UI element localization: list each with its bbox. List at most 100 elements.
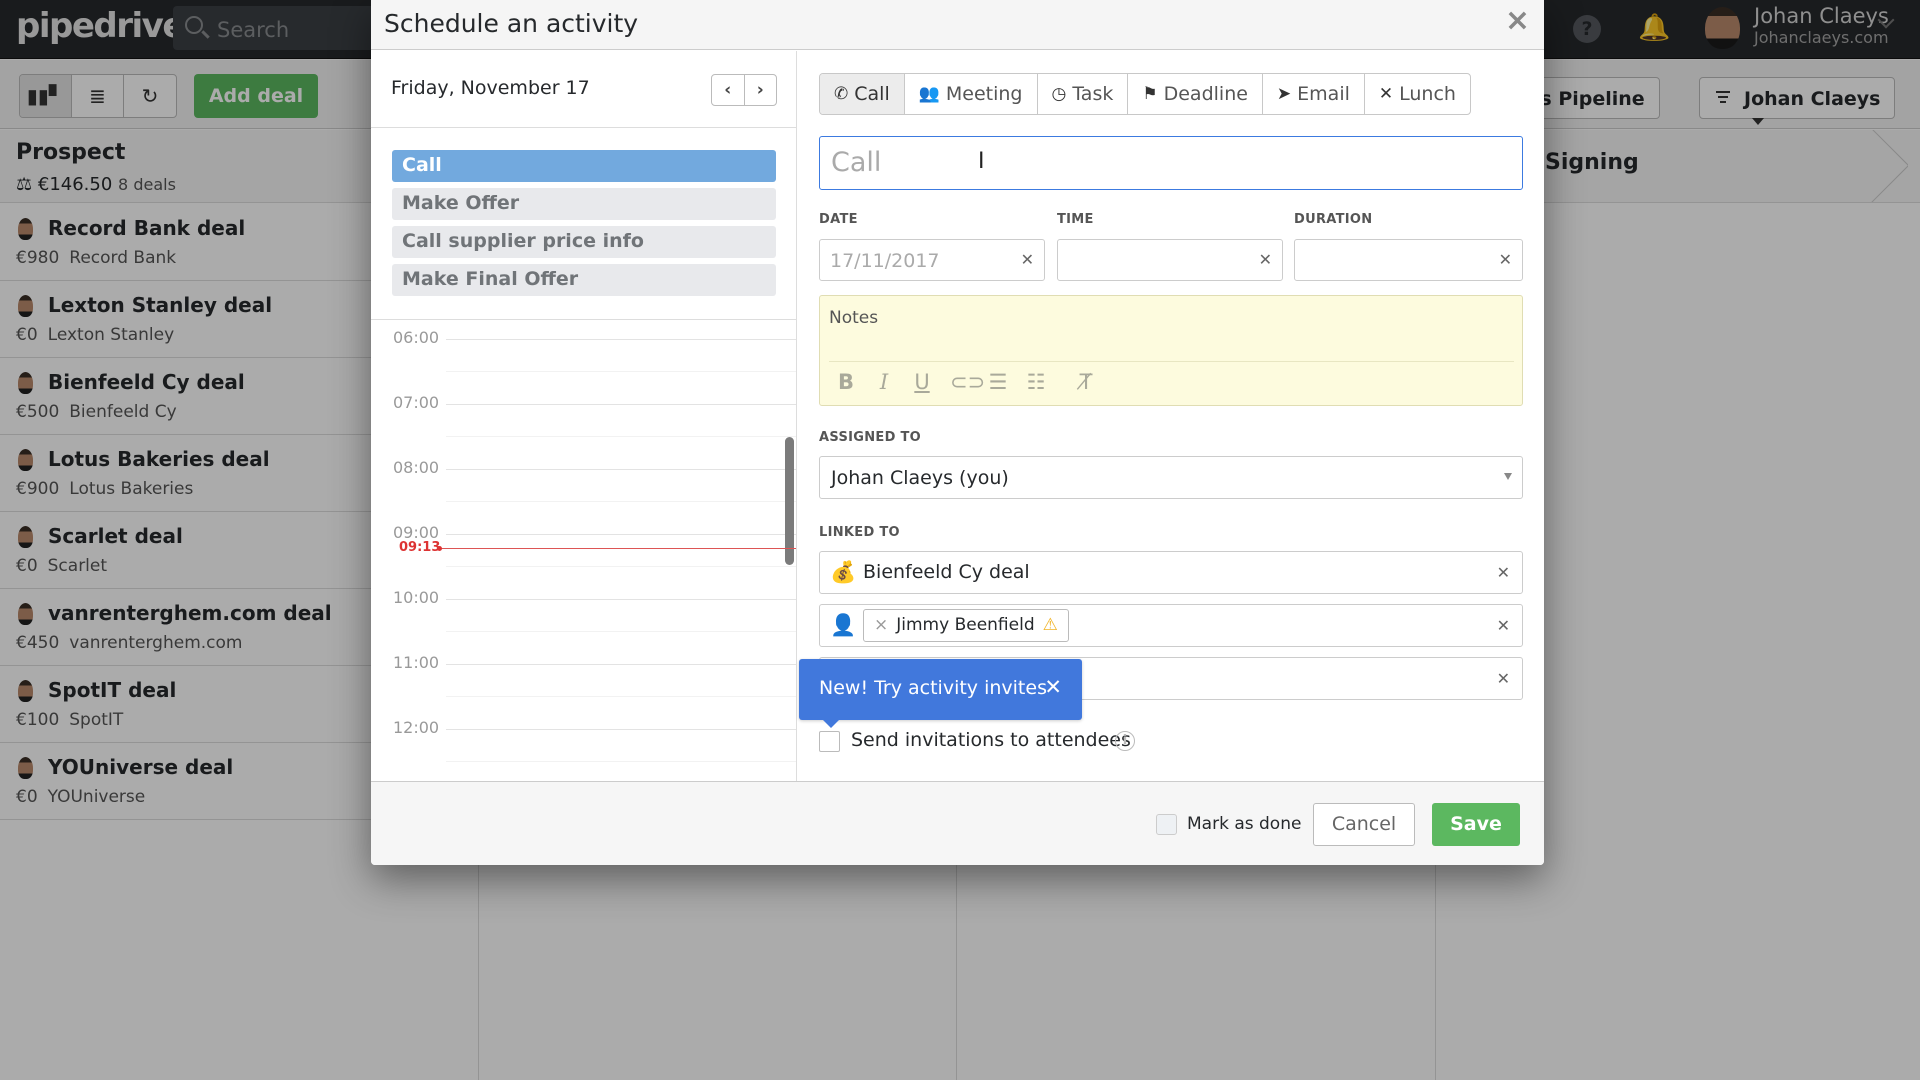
activity-suggestion-item[interactable]: Make Offer — [392, 188, 776, 220]
current-time-line — [437, 548, 796, 550]
timeline-scrollbar[interactable] — [785, 437, 794, 565]
modal-footer: Mark as done Cancel Save — [371, 781, 1544, 865]
mark-as-done-label[interactable]: Mark as done — [1187, 814, 1301, 834]
hour-gridline — [446, 599, 796, 600]
date-value: 17/11/2017 — [830, 250, 940, 272]
time-label: TIME — [1057, 212, 1094, 227]
clear-deal-icon[interactable]: ✕ — [1497, 563, 1510, 582]
cancel-button[interactable]: Cancel — [1313, 803, 1415, 846]
tab-call[interactable]: ✆ Call — [820, 74, 905, 114]
half-hour-gridline — [446, 631, 796, 632]
tab-label: Deadline — [1163, 83, 1248, 105]
clear-format-icon[interactable]: T̸ — [1076, 370, 1096, 394]
subject-input[interactable]: Call — [819, 136, 1523, 190]
clear-person-icon[interactable]: ✕ — [1497, 616, 1510, 635]
schedule-activity-modal: Schedule an activity × Friday, November … — [371, 0, 1544, 865]
day-header: Friday, November 17 ‹ › — [371, 51, 796, 128]
activity-suggestion-item[interactable]: Call supplier price info — [392, 226, 776, 258]
modal-header: Schedule an activity × — [371, 0, 1544, 50]
close-icon[interactable]: × — [1505, 6, 1530, 36]
date-input[interactable]: 17/11/2017 ✕ — [819, 239, 1045, 281]
notes-editor[interactable]: Notes B I U ⊂⊃ ☰ ☷ T̸ — [819, 295, 1523, 406]
half-hour-gridline — [446, 501, 796, 502]
timeline-hour-row[interactable]: 11:00 — [371, 653, 796, 729]
tab-deadline[interactable]: ⚑ Deadline — [1128, 74, 1263, 114]
clear-organization-icon[interactable]: ✕ — [1497, 669, 1510, 688]
numbered-list-icon[interactable]: ☷ — [1026, 370, 1046, 394]
previous-day-button[interactable]: ‹ — [712, 75, 745, 105]
flag-icon: ⚑ — [1142, 84, 1158, 104]
tab-label: Meeting — [945, 83, 1023, 105]
clear-duration-icon[interactable]: ✕ — [1499, 250, 1512, 269]
hour-gridline — [446, 469, 796, 470]
half-hour-gridline — [446, 436, 796, 437]
timeline-hour-row[interactable]: 08:00 — [371, 458, 796, 534]
next-day-button[interactable]: › — [745, 75, 777, 105]
duration-input[interactable]: ✕ — [1294, 239, 1523, 281]
tab-email[interactable]: ➤ Email — [1263, 74, 1365, 114]
tab-label: Email — [1297, 83, 1350, 105]
assigned-to-value: Johan Claeys (you) — [831, 467, 1009, 489]
paper-plane-icon: ➤ — [1276, 84, 1292, 104]
save-button[interactable]: Save — [1432, 803, 1520, 846]
meeting-icon: 👥 — [918, 84, 940, 104]
tab-label: Call — [854, 83, 890, 105]
notes-divider — [829, 361, 1514, 362]
linked-to-label: LINKED TO — [819, 525, 900, 540]
hour-gridline — [446, 404, 796, 405]
day-timeline[interactable]: 12:00 11:00 10:00 09:00 08:00 07:00 06:00 09:1… — [371, 319, 796, 781]
close-tooltip-icon[interactable]: ✕ — [1044, 675, 1062, 699]
timeline-hour-row[interactable]: 12:00 — [371, 718, 796, 781]
half-hour-gridline — [446, 761, 796, 762]
subject-placeholder: Call — [831, 147, 882, 178]
timeline-hour-row[interactable]: 06:00 — [371, 328, 796, 404]
hour-gridline — [446, 729, 796, 730]
tab-task[interactable]: ◷ Task — [1038, 74, 1129, 114]
hour-gridline — [446, 339, 796, 340]
link-icon[interactable]: ⊂⊃ — [950, 370, 985, 394]
half-hour-gridline — [446, 566, 796, 567]
bold-icon[interactable]: B — [836, 370, 856, 394]
notes-formatting-toolbar: B I U ⊂⊃ ☰ ☷ T̸ — [836, 370, 1096, 394]
activity-suggestion-list: Call Make Offer Call supplier price info Ma… — [392, 150, 776, 302]
italic-icon[interactable]: I — [874, 370, 894, 394]
clear-time-icon[interactable]: ✕ — [1259, 250, 1272, 269]
activity-invites-tooltip: New! Try activity invites ✕ — [799, 659, 1082, 728]
caret-down-icon — [1504, 473, 1512, 480]
notes-placeholder: Notes — [829, 308, 879, 328]
tab-label: Lunch — [1399, 83, 1456, 105]
linked-person-field[interactable]: 👤 × Jimmy Beenfield ⚠ ✕ — [819, 604, 1523, 647]
date-label: DATE — [819, 212, 858, 227]
send-invitations-checkbox[interactable] — [819, 731, 840, 752]
money-bag-icon: 💰 — [830, 560, 857, 584]
activity-suggestion-item[interactable]: Call — [392, 150, 776, 182]
info-icon[interactable]: i — [1115, 731, 1135, 751]
warning-icon: ⚠ — [1042, 615, 1058, 635]
tab-lunch[interactable]: ✕ Lunch — [1365, 74, 1470, 114]
mark-as-done-checkbox[interactable] — [1156, 814, 1177, 835]
cutlery-icon: ✕ — [1378, 84, 1394, 104]
bullet-list-icon[interactable]: ☰ — [988, 370, 1008, 394]
linked-deal-field[interactable]: 💰 Bienfeeld Cy deal ✕ — [819, 551, 1523, 594]
person-chip: × Jimmy Beenfield ⚠ — [863, 609, 1069, 642]
timeline-hour-row[interactable]: 07:00 — [371, 393, 796, 469]
hour-label: 06:00 — [393, 328, 440, 347]
activity-type-tabs: ✆ Call 👥 Meeting ◷ Task ⚑ Deadline ➤ Email ✕ Lunch — [819, 73, 1471, 115]
underline-icon[interactable]: U — [912, 370, 932, 394]
clear-date-icon[interactable]: ✕ — [1021, 250, 1034, 269]
linked-deal-value: Bienfeeld Cy deal — [863, 561, 1030, 583]
tab-meeting[interactable]: 👥 Meeting — [905, 74, 1038, 114]
day-label: Friday, November 17 — [391, 77, 590, 99]
tooltip-text: New! Try activity invites — [819, 677, 1047, 699]
day-navigation: ‹ › — [711, 74, 777, 106]
activity-suggestion-item[interactable]: Make Final Offer — [392, 264, 776, 296]
remove-person-icon[interactable]: × — [874, 615, 888, 635]
text-cursor-icon: I — [978, 149, 985, 174]
day-calendar-pane: Friday, November 17 ‹ › Call Make Offer Ca… — [371, 51, 797, 781]
assigned-to-select[interactable]: Johan Claeys (you) — [819, 456, 1523, 499]
assigned-to-label: ASSIGNED TO — [819, 430, 922, 445]
timeline-hour-row[interactable]: 10:00 — [371, 588, 796, 664]
send-invitations-label[interactable]: Send invitations to attendees — [851, 729, 1131, 751]
tab-label: Task — [1072, 83, 1114, 105]
time-input[interactable]: ✕ — [1057, 239, 1283, 281]
